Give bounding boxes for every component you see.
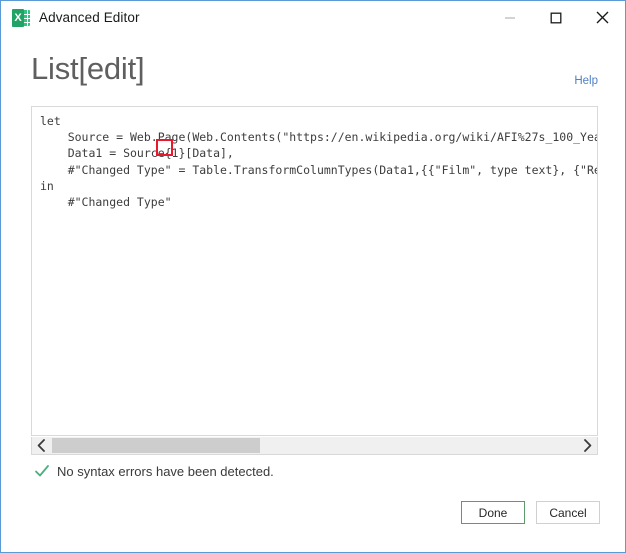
chevron-left-icon[interactable] (32, 437, 51, 454)
scrollbar-thumb[interactable] (52, 438, 260, 453)
excel-icon: X (12, 8, 30, 27)
excel-icon-grid (24, 9, 30, 26)
minimize-icon[interactable] (487, 1, 533, 34)
excel-icon-letter: X (14, 11, 22, 24)
checkmark-icon (34, 463, 50, 479)
scrollbar-track[interactable] (51, 437, 578, 454)
syntax-status: No syntax errors have been detected. (34, 463, 274, 479)
done-button[interactable]: Done (461, 501, 525, 524)
help-link[interactable]: Help (574, 75, 598, 87)
status-message: No syntax errors have been detected. (57, 463, 274, 479)
horizontal-scrollbar[interactable] (31, 437, 598, 455)
chevron-right-icon[interactable] (578, 437, 597, 454)
window-title: Advanced Editor (39, 10, 140, 25)
maximize-icon[interactable] (533, 1, 579, 34)
window-controls (487, 1, 625, 34)
code-editor-area[interactable]: let Source = Web.Page(Web.Contents("http… (31, 106, 598, 436)
advanced-editor-window: X Advanced Editor List[edit] Help let So… (0, 0, 626, 553)
dialog-footer: Done Cancel (461, 501, 600, 524)
page-title: List[edit] (31, 51, 145, 86)
close-icon[interactable] (579, 1, 625, 34)
title-bar: X Advanced Editor (1, 1, 625, 34)
code-text[interactable]: let Source = Web.Page(Web.Contents("http… (32, 107, 597, 210)
cancel-button[interactable]: Cancel (536, 501, 600, 524)
